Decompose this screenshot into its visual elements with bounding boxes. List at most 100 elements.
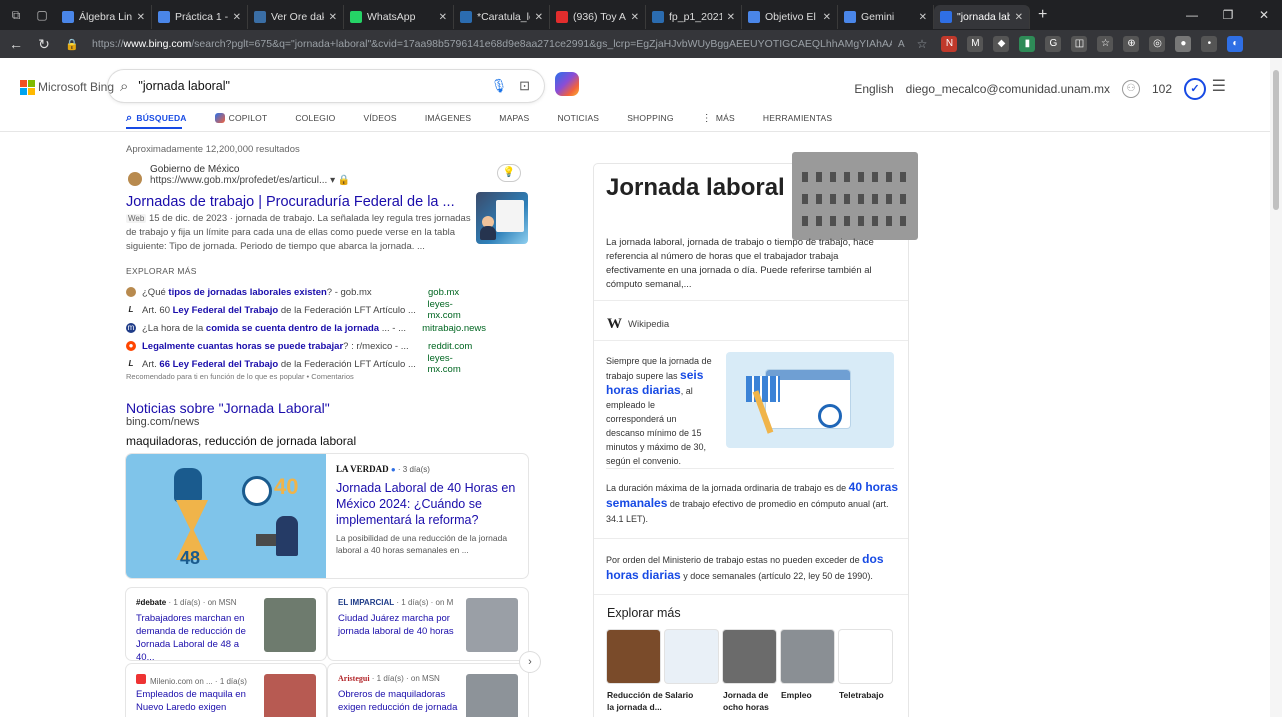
- extension-icon[interactable]: ◫: [1071, 36, 1088, 52]
- extension-icon[interactable]: ☆: [1097, 36, 1114, 52]
- browser-tab[interactable]: *Caratula_lc-ab.pc ✕: [454, 5, 550, 29]
- search-box[interactable]: ⌕ "jornada laboral" 🎙 ⊡: [108, 70, 544, 102]
- tab-close-icon[interactable]: ✕: [329, 12, 337, 23]
- microphone-icon[interactable]: 🎙: [491, 78, 508, 94]
- kp-explore-label[interactable]: Jornada de ocho horas: [723, 689, 783, 713]
- extension-icon[interactable]: ◐: [1227, 36, 1244, 52]
- explore-more-item[interactable]: m ¿La hora de la comida se cuenta dentro …: [126, 320, 486, 336]
- scope-tab[interactable]: ⋮ MÁS: [702, 110, 735, 126]
- scrollbar-thumb[interactable]: [1273, 70, 1279, 210]
- favorite-star-icon[interactable]: ☆: [917, 37, 928, 51]
- browser-tab[interactable]: Práctica 1 - La co ✕: [152, 5, 248, 29]
- rewards-points[interactable]: 102: [1152, 82, 1172, 96]
- lightbulb-icon[interactable]: 💡: [497, 164, 521, 182]
- tab-close-icon[interactable]: ✕: [1015, 12, 1023, 23]
- extension-icon[interactable]: N: [941, 36, 958, 52]
- news-card-title[interactable]: Ciudad Juárez marcha por jornada laboral…: [338, 612, 460, 638]
- news-source-link[interactable]: bing.com/news: [126, 416, 199, 428]
- extension-icon[interactable]: •: [1201, 36, 1218, 52]
- browser-tab[interactable]: "jornada laboral" ✕: [934, 5, 1030, 29]
- kp-explore-thumbnail[interactable]: [665, 630, 718, 683]
- user-avatar-icon[interactable]: ⚇: [1121, 80, 1140, 98]
- extension-icon[interactable]: ◆: [993, 36, 1010, 52]
- kp-explore-label[interactable]: Empleo: [781, 689, 841, 701]
- scope-tab[interactable]: VÍDEOS: [363, 110, 396, 126]
- tab-close-icon[interactable]: ✕: [233, 12, 241, 23]
- reload-button[interactable]: ↻: [32, 36, 56, 53]
- user-email[interactable]: diego_mecalco@comunidad.unam.mx: [906, 82, 1110, 96]
- extension-icon[interactable]: M: [967, 36, 984, 52]
- result1-thumbnail[interactable]: [476, 192, 528, 244]
- scope-tab[interactable]: HERRAMIENTAS: [763, 110, 832, 126]
- scope-tab[interactable]: SHOPPING: [627, 110, 673, 126]
- scope-tab[interactable]: COLEGIO: [295, 110, 335, 126]
- news-card-title[interactable]: Obreros de maquiladoras exigen reducción…: [338, 688, 460, 714]
- scope-tab[interactable]: ⌕ BÚSQUEDA: [126, 110, 187, 126]
- news-card[interactable]: Milenio.com on ... · 1 día(s) Empleados …: [126, 664, 326, 717]
- kp-explore-label[interactable]: Teletrabajo: [839, 689, 899, 701]
- explore-domain[interactable]: mitrabajo.news: [422, 323, 486, 334]
- scope-tab[interactable]: MAPAS: [499, 110, 529, 126]
- news-next-arrow-icon[interactable]: ›: [520, 652, 540, 672]
- browser-tab[interactable]: fp_p1_2021-2.pdf ✕: [646, 5, 742, 29]
- explore-more-item[interactable]: L Art. 66 Ley Federal del Trabajo de la F…: [126, 353, 487, 375]
- tab-close-icon[interactable]: ✕: [727, 12, 735, 23]
- news-main-card[interactable]: 48 40 LA VERDAD ● · 3 día(s) Jornada Lab…: [126, 454, 528, 578]
- tab-close-icon[interactable]: ✕: [919, 12, 927, 23]
- url-field[interactable]: https://www.bing.com/search?pglt=675&q="…: [92, 33, 892, 55]
- extension-icon[interactable]: ⊕: [1123, 36, 1140, 52]
- kp-explore-thumbnail[interactable]: [607, 630, 660, 683]
- scope-tab[interactable]: NOTICIAS: [557, 110, 599, 126]
- news-card[interactable]: EL IMPARCIAL · 1 día(s) · on M Ciudad Ju…: [328, 588, 528, 660]
- browser-tab[interactable]: WhatsApp ✕: [344, 5, 454, 29]
- wikipedia-source[interactable]: W Wikipedia: [607, 316, 669, 333]
- browser-tab[interactable]: Objetivo El alumn ✕: [742, 5, 838, 29]
- news-card-title[interactable]: Empleados de maquila en Nuevo Laredo exi…: [136, 688, 258, 714]
- news-heading-link[interactable]: Noticias sobre "Jornada Laboral": [126, 400, 330, 416]
- close-window-button[interactable]: ✕: [1246, 0, 1282, 30]
- explore-more-item[interactable]: ● Legalmente cuantas horas se puede traba…: [126, 338, 486, 354]
- explore-domain[interactable]: leyes-mx.com: [428, 353, 487, 375]
- site-info-icon[interactable]: 🔒: [60, 38, 84, 51]
- news-main-title[interactable]: Jornada Laboral de 40 Horas en México 20…: [336, 480, 522, 528]
- result1-site[interactable]: Gobierno de México https://www.gob.mx/pr…: [128, 164, 350, 186]
- read-aloud-icon[interactable]: A: [898, 39, 905, 50]
- explore-domain[interactable]: leyes-mx.com: [428, 299, 487, 321]
- scope-tab[interactable]: COPILOT: [214, 110, 268, 126]
- language-link[interactable]: English: [854, 82, 893, 96]
- extension-icon[interactable]: ●: [1175, 36, 1192, 52]
- extension-icon[interactable]: G: [1045, 36, 1062, 52]
- explore-more-item[interactable]: L Art. 60 Ley Federal del Trabajo de la F…: [126, 299, 487, 321]
- rewards-icon[interactable]: ✓: [1184, 78, 1206, 100]
- back-button[interactable]: ←: [4, 36, 28, 52]
- new-tab-button[interactable]: +: [1038, 6, 1047, 24]
- browser-tab[interactable]: (936) Toy Ab ✕: [550, 5, 646, 29]
- kp-explore-label[interactable]: Salario: [665, 689, 725, 701]
- browser-tab[interactable]: Álgebra Lineal gp ✕: [56, 5, 152, 29]
- tab-close-icon[interactable]: ✕: [137, 12, 145, 23]
- kp-explore-label[interactable]: Reducción de la jornada d...: [607, 689, 667, 713]
- restore-button[interactable]: ❐: [1210, 0, 1246, 30]
- explore-more-item[interactable]: ¿Qué tipos de jornadas laborales existen…: [126, 284, 486, 300]
- browser-tab[interactable]: Gemini ✕: [838, 5, 934, 29]
- news-card-title[interactable]: Trabajadores marchan en demanda de reduc…: [136, 612, 258, 660]
- kp-explore-thumbnail[interactable]: [723, 630, 776, 683]
- scope-tab[interactable]: IMÁGENES: [425, 110, 471, 126]
- search-query[interactable]: "jornada laboral": [138, 79, 490, 93]
- minimize-button[interactable]: —: [1174, 0, 1210, 30]
- tab-close-icon[interactable]: ✕: [823, 12, 831, 23]
- tab-close-icon[interactable]: ✕: [439, 12, 447, 23]
- copilot-icon[interactable]: [555, 72, 579, 96]
- workspaces-icon[interactable]: ⧉: [6, 5, 26, 25]
- explore-domain[interactable]: reddit.com: [428, 341, 472, 352]
- knowledge-photo[interactable]: [792, 152, 918, 240]
- kp-explore-thumbnail[interactable]: [839, 630, 892, 683]
- tab-actions-icon[interactable]: ▢: [32, 5, 52, 25]
- tab-close-icon[interactable]: ✕: [631, 12, 639, 23]
- search-icon[interactable]: ⌕: [120, 78, 128, 95]
- kp-explore-thumbnail[interactable]: [781, 630, 834, 683]
- explore-domain[interactable]: gob.mx: [428, 287, 459, 298]
- result1-title-link[interactable]: Jornadas de trabajo | Procuraduría Feder…: [126, 194, 455, 210]
- visual-search-icon[interactable]: ⊡: [519, 78, 530, 94]
- browser-tab[interactable]: Ver Ore dake Lev ✕: [248, 5, 344, 29]
